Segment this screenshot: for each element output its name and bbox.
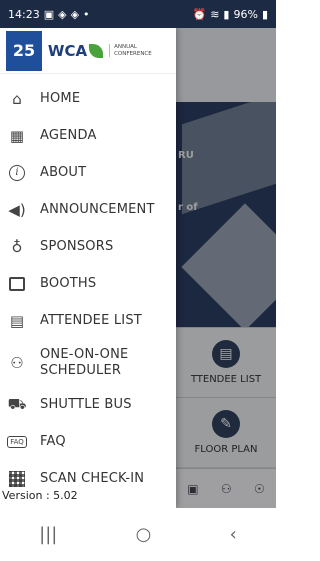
back-button[interactable]: ‹ [230, 524, 237, 545]
logo-number: 25 [12, 41, 36, 60]
contact-card-icon: ▤ [9, 311, 25, 330]
menu-item-sponsors[interactable]: ♁ SPONSORS [0, 228, 176, 265]
menu-item-shuttle-bus[interactable]: ⛟ SHUTTLE BUS [0, 386, 176, 423]
status-time: 14:23 [8, 7, 40, 21]
leaf-icon [89, 43, 104, 58]
menu-item-attendee-list[interactable]: ▤ ATTENDEE LIST [0, 302, 176, 339]
drawer-scrim[interactable] [176, 28, 276, 508]
brand-name: WCA [47, 41, 88, 60]
navigation-drawer: 25 WCA ANNUAL CONFERENCE ⌂ HOME ▦ AGENDA… [0, 28, 176, 508]
home-button[interactable]: ○ [136, 524, 152, 545]
menu-item-label: SCAN CHECK-IN [40, 470, 145, 486]
menu-item-about[interactable]: i ABOUT [0, 154, 176, 191]
faq-icon: FAQ [7, 433, 27, 451]
menu-item-faq[interactable]: FAQ FAQ [0, 423, 176, 460]
wca-logo: WCA [47, 41, 104, 60]
info-icon: i [8, 164, 26, 182]
badge-icon: ♁ [11, 237, 23, 256]
app-version: Version : 5.02 [2, 489, 78, 502]
menu-item-agenda[interactable]: ▦ AGENDA [0, 117, 176, 154]
status-right: ⏰ ≋ ▮ 96% ▮ [193, 8, 269, 21]
menu-item-label: SHUTTLE BUS [40, 396, 132, 412]
signal-icon: ▮ [223, 7, 230, 21]
menu-item-label: ANNOUNCEMENT [40, 201, 155, 217]
anniversary-logo: 25 [6, 30, 42, 71]
megaphone-icon: ◀) [8, 200, 26, 219]
home-icon: ⌂ [12, 89, 22, 108]
dot-icon: • [83, 7, 90, 21]
menu-item-scheduler[interactable]: ⚇ ONE-ON-ONE SCHEDULER [0, 339, 176, 386]
calendar-icon: ▦ [9, 126, 25, 145]
menu-item-home[interactable]: ⌂ HOME [0, 80, 176, 117]
qr-code-icon [8, 470, 26, 488]
app-icon: ◈ [70, 7, 80, 21]
drawer-menu: ⌂ HOME ▦ AGENDA i ABOUT ◀) ANNOUNCEMENT … [0, 74, 176, 497]
menu-item-label: FAQ [40, 433, 66, 449]
menu-item-booths[interactable]: BOOTHS [0, 265, 176, 302]
menu-item-label: ABOUT [40, 164, 87, 180]
menu-item-label: BOOTHS [40, 275, 97, 291]
alarm-icon: ⏰ [192, 7, 207, 21]
battery-icon: ▮ [261, 7, 268, 21]
drawer-header: 25 WCA ANNUAL CONFERENCE [0, 28, 176, 74]
menu-item-label: AGENDA [40, 127, 97, 143]
bus-icon: ⛟ [7, 394, 27, 413]
gallery-icon: ▣ [43, 7, 55, 21]
menu-item-label: ATTENDEE LIST [40, 312, 142, 328]
menu-item-label: SPONSORS [40, 238, 114, 254]
conference-title: ANNUAL CONFERENCE [109, 44, 170, 57]
battery-level: 96% [233, 7, 258, 21]
app-icon: ◈ [58, 7, 67, 21]
menu-item-announcement[interactable]: ◀) ANNOUNCEMENT [0, 191, 176, 228]
wifi-icon: ≋ [210, 7, 220, 21]
menu-item-label: ONE-ON-ONE SCHEDULER [40, 346, 129, 378]
status-bar: 14:23 ▣ ◈ ◈ • ⏰ ≋ ▮ 96% ▮ [0, 0, 276, 28]
system-nav-bar: ||| ○ ‹ [0, 508, 276, 561]
recents-button[interactable]: ||| [39, 524, 57, 545]
menu-item-label: HOME [40, 90, 81, 106]
status-left: 14:23 ▣ ◈ ◈ • [8, 8, 90, 21]
people-icon: ⚇ [10, 353, 24, 372]
booth-icon [8, 275, 26, 293]
